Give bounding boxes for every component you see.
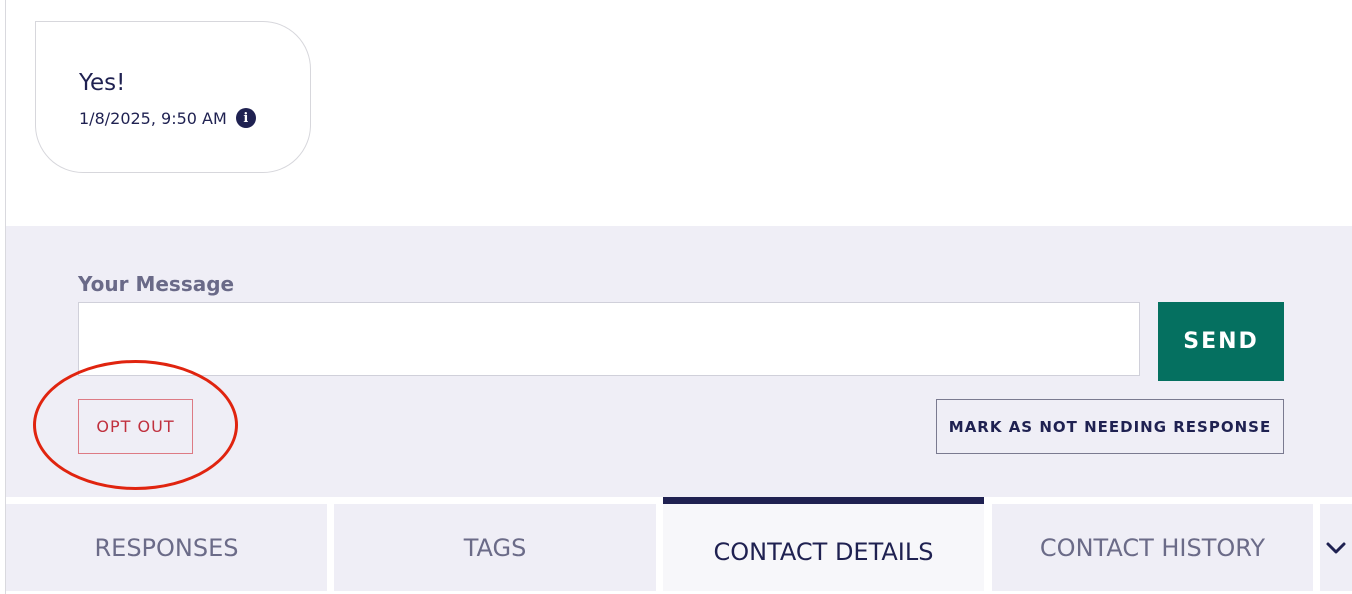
message-label: Your Message [78, 272, 235, 296]
message-text: Yes! [79, 70, 126, 96]
chevron-down-icon [1326, 542, 1346, 553]
tab-tags[interactable]: TAGS [334, 504, 656, 591]
tab-bar: RESPONSES TAGS CONTACT DETAILS CONTACT H… [6, 497, 1352, 594]
tab-responses[interactable]: RESPONSES [6, 504, 327, 591]
more-tabs-button[interactable] [1320, 504, 1352, 591]
mark-not-needing-response-button[interactable]: MARK AS NOT NEEDING RESPONSE [936, 399, 1284, 454]
compose-panel: Your Message SEND OPT OUT MARK AS NOT NE… [6, 226, 1352, 497]
message-meta: 1/8/2025, 9:50 AM i [79, 108, 256, 128]
message-bubble: Yes! 1/8/2025, 9:50 AM i [35, 21, 311, 173]
tab-contact-details[interactable]: CONTACT DETAILS [663, 497, 984, 591]
info-icon[interactable]: i [235, 108, 256, 128]
send-button[interactable]: SEND [1158, 302, 1284, 381]
opt-out-button[interactable]: OPT OUT [78, 399, 193, 454]
tab-contact-history[interactable]: CONTACT HISTORY [992, 504, 1313, 591]
message-timestamp: 1/8/2025, 9:50 AM [79, 108, 227, 128]
message-input[interactable] [78, 302, 1140, 376]
